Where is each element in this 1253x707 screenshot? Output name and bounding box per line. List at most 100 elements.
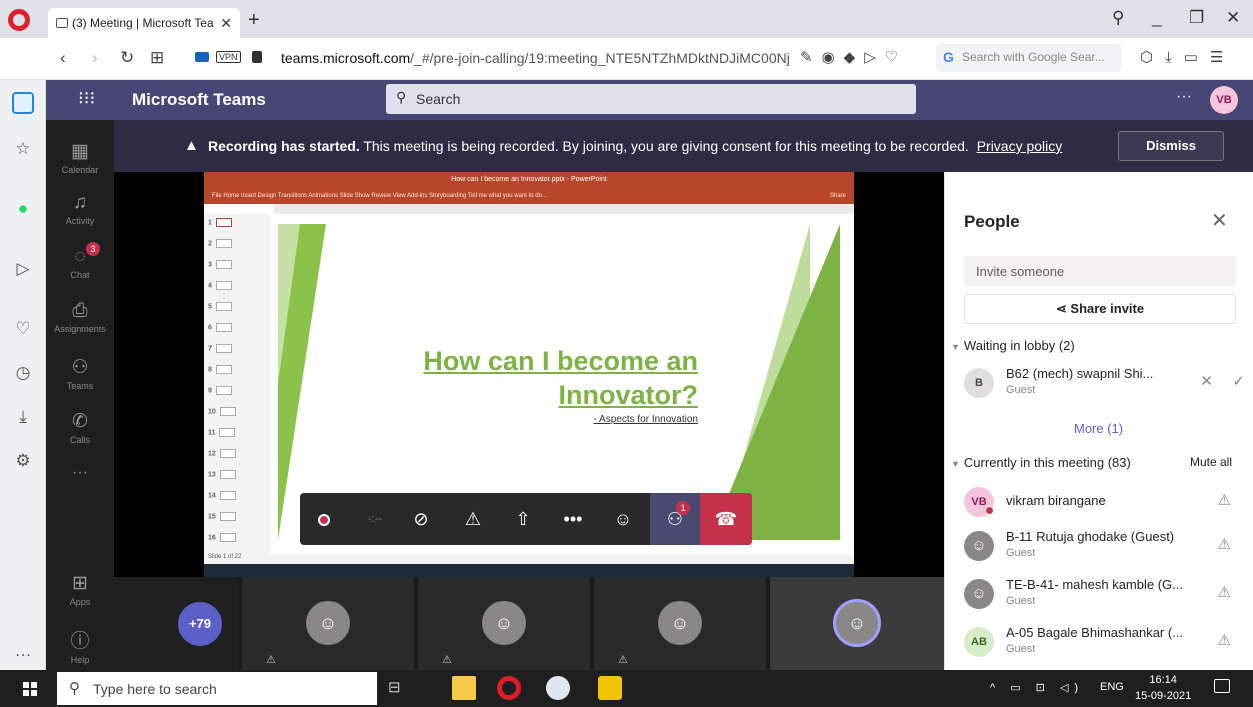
deny-icon[interactable]: ✕ (1200, 372, 1213, 390)
chat-badge: 3 (86, 242, 100, 256)
tab-search-icon[interactable]: ⚲ (1112, 8, 1124, 28)
rail-item-teams[interactable]: ⚇ Teams (46, 356, 114, 391)
close-window-icon[interactable]: ✕ (1226, 8, 1240, 28)
participant-tile[interactable]: ☺ ⚠ (418, 577, 590, 670)
rail-item-calls[interactable]: ✆ Calls (46, 410, 114, 445)
overflow-tile[interactable]: +79 (114, 577, 238, 670)
participants-button[interactable]: ⚇ 1 (650, 493, 700, 545)
app-title: Microsoft Teams (132, 90, 266, 109)
person-name: TE-B-41- mahesh kamble (G... (1006, 577, 1183, 592)
downloads-icon[interactable]: ⤓ (12, 406, 34, 428)
admit-icon[interactable]: ✓ (1232, 372, 1245, 390)
participant-tile[interactable]: ☺ ⚠ (242, 577, 414, 670)
mute-all-button[interactable]: Mute all (1190, 455, 1232, 469)
browser-extension-icons[interactable]: ⬡⤓▭☰ (1140, 48, 1235, 66)
opera-taskbar-icon[interactable] (497, 676, 521, 700)
forward-icon[interactable]: › (92, 48, 98, 68)
slide-thumb: 2 (208, 239, 232, 248)
lock-icon[interactable] (252, 51, 262, 63)
camera-off-icon: ⊘ (413, 509, 429, 529)
sidebar-more-icon[interactable]: … (12, 640, 34, 662)
share-screen-button[interactable]: ⇧ (500, 493, 546, 545)
meeting-controls: -:-- ⊘ ⚠ ⇧ ••• ☺ ⚇ 1 ☎ (300, 493, 752, 545)
address-actions-icons[interactable]: ✎◉◆▷♡ (800, 48, 907, 66)
dismiss-button[interactable]: Dismiss (1118, 131, 1224, 161)
opera-logo-icon[interactable] (8, 9, 30, 31)
new-tab-icon[interactable]: + (248, 9, 260, 32)
rail-item-chat[interactable]: ◌ 3 Chat (46, 242, 114, 280)
browser-tab[interactable]: (3) Meeting | Microsoft Tea ✕ (48, 8, 240, 38)
teams-search-input[interactable]: ⚲ Search (386, 84, 916, 114)
task-view-icon[interactable]: ⊟ (388, 676, 412, 700)
tab-close-icon[interactable]: ✕ (220, 15, 232, 32)
lobby-section-header[interactable]: ▼ Waiting in lobby (2) (951, 338, 1075, 353)
mic-off-button[interactable]: ⚠ (450, 493, 496, 545)
start-button[interactable] (23, 682, 37, 696)
participant-row[interactable]: VB vikram birangane ⚠ (964, 483, 1249, 523)
slide-thumb: 13 (208, 470, 236, 479)
google-icon: G (943, 49, 954, 65)
back-icon[interactable]: ‹ (60, 48, 66, 68)
home-icon[interactable] (12, 92, 34, 114)
people-panel: People ✕ Invite someone ⋖ Share invite ▼… (944, 172, 1253, 670)
record-button[interactable] (300, 493, 346, 545)
camera-off-button[interactable]: ⊘ (398, 493, 444, 545)
reload-icon[interactable]: ↻ (120, 48, 134, 68)
more-options-button[interactable]: ··· (1176, 88, 1192, 106)
pdf-app-icon[interactable] (598, 676, 622, 700)
leave-call-button[interactable]: ☎ (700, 493, 752, 545)
share-invite-button[interactable]: ⋖ Share invite (964, 294, 1236, 324)
user-avatar[interactable]: VB (1210, 86, 1238, 114)
meeting-section-header[interactable]: ▼ Currently in this meeting (83) (951, 455, 1131, 470)
app-launcher-icon[interactable]: ⁝⁝⁝ (78, 88, 95, 109)
chat-icon: ◌ (74, 246, 86, 267)
taskbar-search-input[interactable]: ⚲ Type here to search (57, 672, 377, 705)
speed-dial-icon[interactable]: ⊞ (150, 48, 164, 68)
url-path: /_#/pre-join-calling/19:meeting_NTE5NTZh… (410, 50, 791, 66)
flow-icon[interactable]: ▷ (12, 258, 34, 280)
participant-tile-speaking[interactable]: ☺ (770, 577, 944, 670)
slide-thumb: 4 (208, 281, 232, 290)
more-actions-button[interactable]: ••• (550, 493, 596, 545)
person-name: B62 (mech) swapnil Shi... (1006, 366, 1154, 381)
rail-item-calendar[interactable]: ▦ Calendar (46, 140, 114, 175)
restore-icon[interactable]: ❐ (1189, 8, 1204, 28)
whatsapp-icon[interactable]: ● (12, 198, 34, 220)
banner-bold: Recording has started. (208, 138, 360, 154)
video-strip: +79 ☺ ⚠ ☺ ⚠ ☺ ⚠ ☺ (114, 577, 944, 670)
privacy-policy-link[interactable]: Privacy policy (977, 138, 1063, 154)
minimize-icon[interactable]: _ (1152, 8, 1161, 28)
participant-row[interactable]: ☺ TE-B-41- mahesh kamble (G... Guest ⚠ (964, 575, 1249, 615)
google-search-field[interactable]: G Search with Google Sear... (936, 44, 1122, 72)
settings-icon[interactable]: ⚙ (12, 450, 34, 472)
slide-thumb: 9 (208, 386, 232, 395)
camera-icon[interactable] (195, 52, 209, 62)
history-icon[interactable]: ◷ (12, 362, 34, 384)
chat-button[interactable]: ☺ (600, 493, 646, 545)
invite-input[interactable]: Invite someone (964, 256, 1236, 286)
star-icon[interactable]: ☆ (12, 138, 34, 160)
ppt-ribbon-tabs: File Home Insert Design Transitions Anim… (212, 193, 547, 199)
language-indicator[interactable]: ENG (1100, 681, 1124, 693)
vpn-badge[interactable]: VPN (216, 51, 241, 63)
notification-icon[interactable] (1214, 679, 1230, 693)
close-icon[interactable]: ✕ (1211, 208, 1228, 233)
app-taskbar-icon[interactable] (546, 676, 570, 700)
rail-more-button[interactable]: ··· (46, 464, 114, 482)
clock[interactable]: 16:14 15-09-2021 (1135, 672, 1191, 704)
participant-row[interactable]: ☺ B-11 Rutuja ghodake (Guest) Guest ⚠ (964, 527, 1249, 567)
more-lobby-link[interactable]: More (1) (1074, 421, 1123, 436)
rail-item-help[interactable]: ⓘ Help (46, 626, 114, 665)
participant-row[interactable]: AB A-05 Bagale Bhimashankar (... Guest ⚠ (964, 623, 1249, 663)
rail-item-apps[interactable]: ⊞ Apps (46, 572, 114, 607)
rail-item-activity[interactable]: ♫ Activity (46, 192, 114, 226)
system-tray-icons[interactable]: ^ ▭ ⊡ ◁) (990, 681, 1084, 694)
thumb-number: 13 (208, 471, 216, 479)
rail-item-assignments[interactable]: ⎙ Assignments (46, 300, 114, 334)
file-explorer-icon[interactable] (452, 676, 476, 700)
heart-icon[interactable]: ♡ (12, 318, 34, 340)
participant-tile[interactable]: ☺ ⚠ (594, 577, 766, 670)
rail-item-label: Apps (69, 597, 91, 607)
thumb-number: 2 (208, 240, 212, 248)
url-field[interactable]: teams.microsoft.com/_#/pre-join-calling/… (281, 50, 791, 66)
